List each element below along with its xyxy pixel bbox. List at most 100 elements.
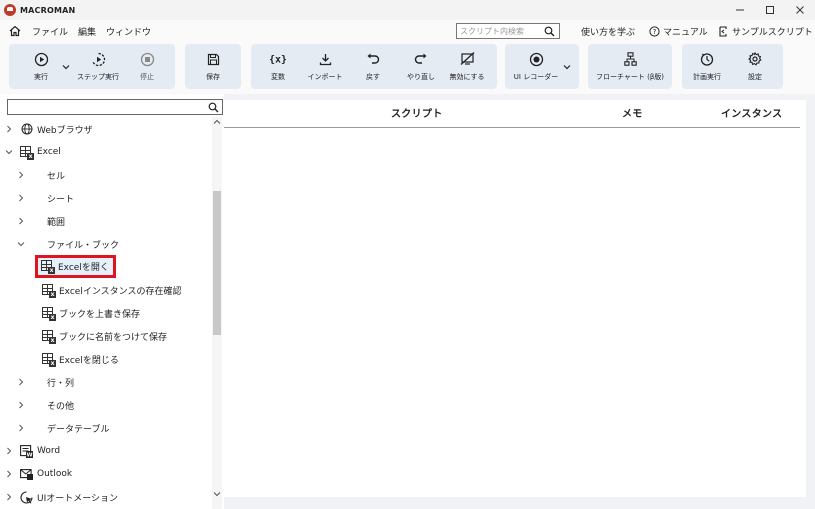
home-icon[interactable] [4, 20, 26, 42]
chevron-down-icon[interactable] [4, 147, 14, 157]
question-circle-icon: ? [648, 25, 660, 37]
column-header-instance[interactable]: インスタンス [721, 105, 782, 120]
run-button[interactable]: 実行 [22, 44, 60, 89]
menu-edit[interactable]: 編集 [78, 25, 96, 38]
flowchart-button[interactable]: フローチャート (β版) [592, 44, 668, 89]
run-options-dropdown[interactable] [60, 44, 72, 89]
step-run-button[interactable]: ステップ実行 [73, 44, 123, 89]
sample-scripts-link[interactable]: サンプルスクリプト [717, 20, 813, 42]
undo-button[interactable]: 戻す [354, 44, 392, 89]
timer-icon [699, 51, 715, 67]
column-header-memo[interactable]: メモ [622, 105, 643, 120]
chevron-down-icon [62, 64, 70, 69]
action-tree: Webブラウザ x Excel セル シート 範囲 ファイル・ブック x Exc… [0, 117, 212, 509]
learn-link[interactable]: 使い方を学ぶ [581, 20, 635, 42]
excel-icon: x [42, 329, 56, 344]
selection-highlight: x Excelを開く [35, 254, 116, 278]
chevron-right-icon[interactable] [4, 492, 14, 502]
import-label: インポート [307, 73, 343, 81]
recorder-options-dropdown[interactable] [561, 44, 573, 89]
tree-node-close-excel[interactable]: x Excelを閉じる [42, 349, 119, 369]
tree-node-label: Word [37, 446, 61, 456]
tree-node-outlook[interactable]: Outlook [4, 464, 72, 484]
stop-button[interactable]: 停止 [128, 44, 166, 89]
manual-label: マニュアル [663, 27, 708, 38]
menu-file[interactable]: ファイル [32, 25, 68, 38]
tree-node-web-browser[interactable]: Webブラウザ [4, 119, 93, 139]
redo-button[interactable]: やり直し [399, 44, 443, 89]
chevron-right-icon[interactable] [16, 170, 26, 180]
excel-icon: x [42, 283, 56, 298]
minimize-button[interactable] [725, 0, 755, 20]
tree-node-excel[interactable]: x Excel [4, 142, 61, 162]
script-search-input[interactable] [457, 24, 541, 38]
manual-link[interactable]: ? マニュアル [648, 20, 708, 42]
tree-node-open-excel[interactable]: x Excelを開く [35, 254, 116, 278]
variable-icon: {x} [270, 51, 286, 67]
action-search-input[interactable] [8, 100, 204, 114]
menu-window[interactable]: ウィンドウ [106, 25, 151, 38]
chevron-down-icon[interactable] [16, 239, 26, 249]
tree-node-word[interactable]: W Word [4, 441, 60, 461]
chevron-right-icon[interactable] [16, 400, 26, 410]
tree-node-cell[interactable]: セル [16, 165, 65, 185]
import-button[interactable]: インポート [302, 44, 348, 89]
tree-node-save-book-as[interactable]: x ブックに名前をつけて保存 [42, 326, 167, 346]
chevron-right-icon[interactable] [16, 423, 26, 433]
chevron-right-icon[interactable] [16, 216, 26, 226]
variables-button[interactable]: {x} 変数 [259, 44, 297, 89]
scheduled-run-label: 計画実行 [693, 73, 721, 81]
save-button[interactable]: 保存 [194, 44, 232, 89]
maximize-icon [766, 6, 774, 14]
scrollbar-thumb[interactable] [213, 191, 221, 335]
column-header-script[interactable]: スクリプト [391, 105, 443, 120]
gear-icon [747, 51, 763, 67]
tree-node-rows-columns[interactable]: 行・列 [16, 372, 74, 392]
excel-icon: x [42, 352, 56, 367]
app-title: MACROMAN [20, 5, 76, 15]
tree-node-range[interactable]: 範囲 [16, 211, 65, 231]
tree-node-check-excel-instance[interactable]: x Excelインスタンスの存在確認 [42, 280, 181, 300]
redo-label: やり直し [407, 73, 435, 81]
window-controls [725, 0, 815, 20]
search-icon[interactable] [541, 24, 557, 38]
chevron-right-icon[interactable] [16, 193, 26, 203]
tree-node-label: 行・列 [47, 378, 75, 389]
ui-recorder-label: UI レコーダー [513, 73, 559, 81]
ui-recorder-button[interactable]: UI レコーダー [512, 44, 560, 89]
download-icon [317, 51, 333, 67]
close-button[interactable] [785, 0, 815, 20]
record-icon [528, 51, 544, 67]
settings-button[interactable]: 設定 [737, 44, 773, 89]
chevron-right-icon[interactable] [16, 377, 26, 387]
close-icon [796, 6, 804, 14]
play-icon [33, 51, 49, 67]
scheduled-run-button[interactable]: 計画実行 [688, 44, 726, 89]
disable-button[interactable]: 無効にする [446, 44, 488, 89]
chevron-right-icon[interactable] [4, 446, 14, 456]
tree-node-label: シート [47, 194, 75, 205]
svg-text:W: W [26, 452, 32, 457]
tree-node-label: Outlook [37, 469, 73, 479]
svg-text:{x}: {x} [270, 55, 286, 66]
script-editor-panel: スクリプト メモ インスタンス [224, 100, 806, 497]
app-logo-icon [4, 4, 16, 16]
run-label: 実行 [34, 73, 48, 81]
chevron-right-icon[interactable] [4, 469, 14, 479]
search-icon[interactable] [206, 101, 220, 114]
svg-text:?: ? [652, 28, 656, 36]
action-tree-panel: Webブラウザ x Excel セル シート 範囲 ファイル・ブック x Exc… [0, 94, 224, 509]
maximize-button[interactable] [755, 0, 785, 20]
scroll-up-arrow-icon[interactable] [212, 117, 222, 127]
tree-node-ui-automation[interactable]: UIオートメーション [4, 487, 118, 507]
tree-node-sheet[interactable]: シート [16, 188, 74, 208]
tree-node-other[interactable]: その他 [16, 395, 74, 415]
tree-node-data-table[interactable]: データテーブル [16, 418, 109, 438]
scroll-down-arrow-icon[interactable] [212, 489, 222, 499]
tree-node-label: Webブラウザ [37, 125, 93, 136]
tree-scrollbar[interactable] [212, 117, 222, 509]
chevron-right-icon[interactable] [4, 124, 14, 134]
tree-node-overwrite-book[interactable]: x ブックを上書き保存 [42, 303, 140, 323]
mail-icon [20, 468, 33, 481]
tree-node-file-book[interactable]: ファイル・ブック [16, 234, 119, 254]
